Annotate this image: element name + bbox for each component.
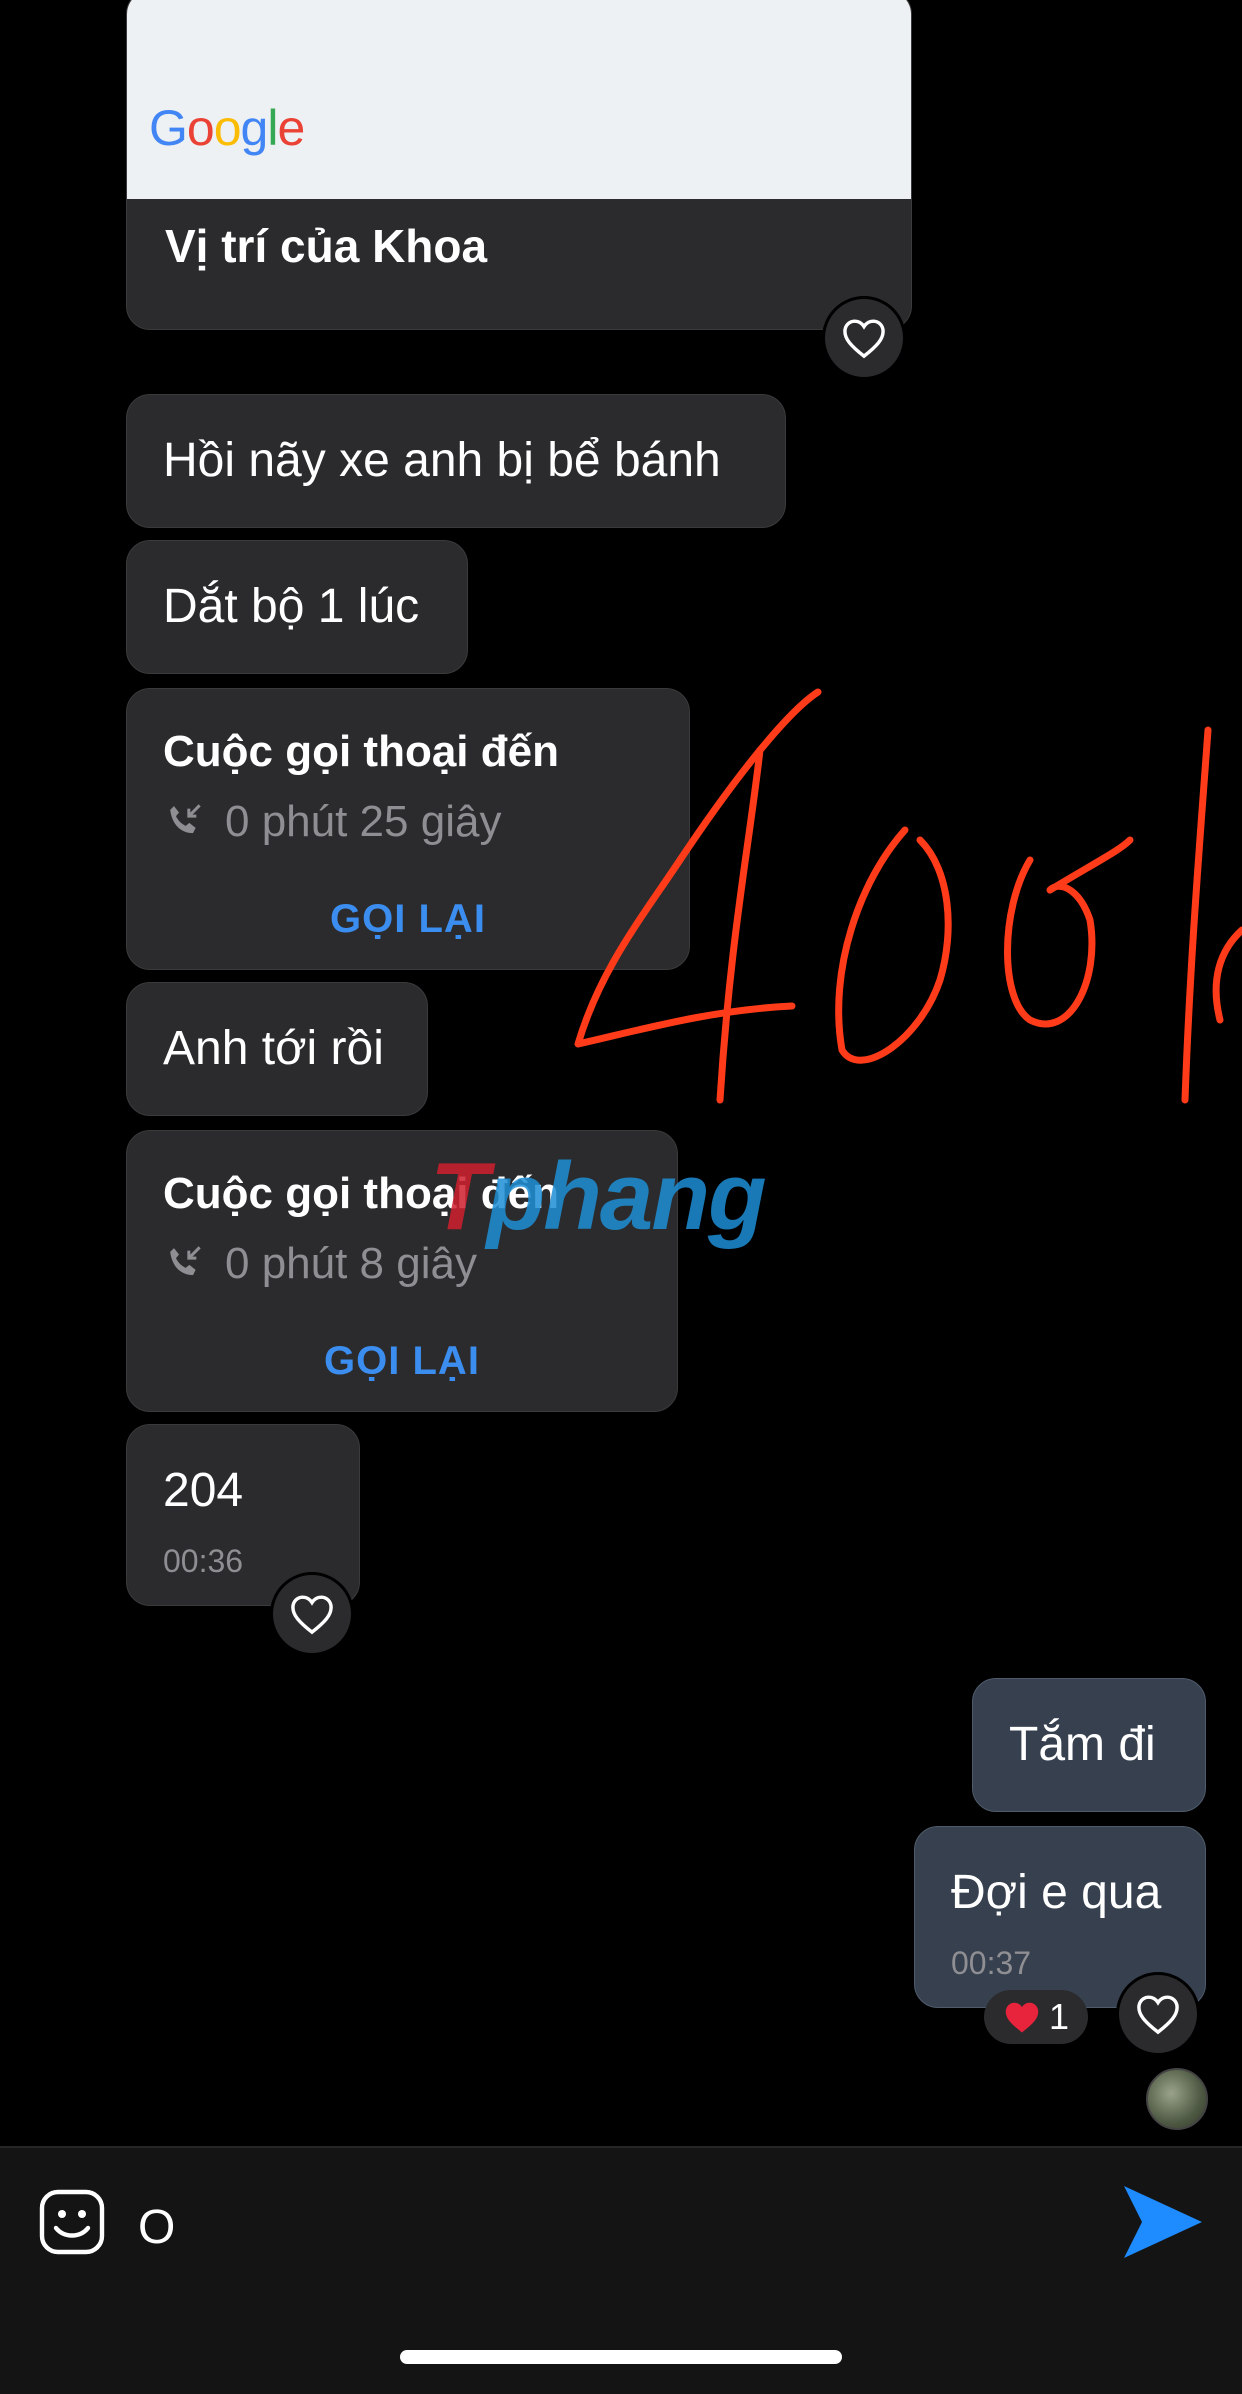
google-logo: Google <box>149 100 305 156</box>
call-duration-text: 0 phút 25 giây <box>225 797 502 846</box>
call-title: Cuộc gọi thoại đến <box>163 727 559 776</box>
seen-avatar <box>1146 2068 1208 2130</box>
handwriting-overlay <box>574 688 1242 1104</box>
message-text: Tắm đi <box>1009 1718 1156 1771</box>
heart-emoji-icon <box>1005 2002 1039 2033</box>
sent-message-bubble[interactable]: Tắm đi <box>972 1678 1206 1812</box>
heart-icon[interactable] <box>822 296 906 380</box>
send-button[interactable] <box>1118 2180 1208 2264</box>
home-indicator <box>400 2350 842 2364</box>
call-duration: 0 phút 25 giây <box>163 797 501 847</box>
message-time: 00:36 <box>163 1543 244 1579</box>
map-preview[interactable]: Google <box>127 0 911 199</box>
message-text: Đợi e qua <box>951 1866 1162 1919</box>
send-icon <box>1124 2186 1202 2258</box>
heart-icon[interactable] <box>270 1572 354 1656</box>
message-text: Anh tới rồi <box>163 1022 384 1075</box>
message-bubble[interactable]: Dắt bộ 1 lúc <box>126 540 468 674</box>
location-card[interactable]: Google Vị trí của Khoa <box>126 0 912 330</box>
message-text: Hồi nãy xe anh bị bể bánh <box>163 434 721 487</box>
message-time: 00:37 <box>951 1945 1032 1981</box>
incoming-call-icon <box>170 804 201 834</box>
sticker-icon[interactable] <box>36 2186 108 2258</box>
message-bubble[interactable]: Hồi nãy xe anh bị bể bánh <box>126 394 786 528</box>
watermark-logo: Tphang <box>430 1143 767 1250</box>
location-title: Vị trí của Khoa <box>165 220 488 272</box>
incoming-call-icon <box>170 1246 201 1276</box>
message-text: 204 <box>163 1464 244 1517</box>
heart-icon[interactable] <box>1116 1972 1200 2056</box>
reaction-count: 1 <box>1048 1996 1070 2037</box>
message-bubble[interactable]: Anh tới rồi <box>126 982 428 1116</box>
call-back-button[interactable]: GỌI LẠI <box>127 1339 677 1384</box>
message-text: Dắt bộ 1 lúc <box>163 580 420 633</box>
message-input[interactable] <box>136 2196 1080 2258</box>
reaction-badge[interactable]: 1 <box>984 1990 1088 2044</box>
